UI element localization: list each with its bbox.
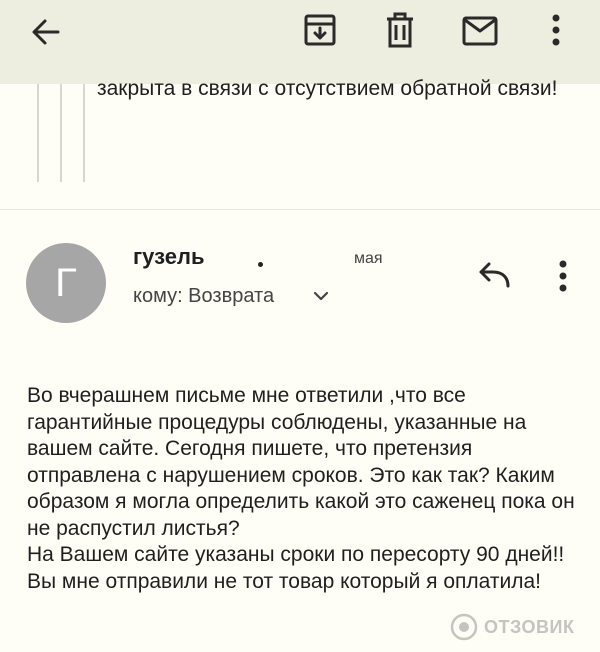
delete-icon[interactable] bbox=[382, 11, 418, 49]
avatar[interactable]: Г bbox=[26, 243, 106, 323]
recipient-line[interactable]: кому: Возврата bbox=[133, 285, 274, 308]
watermark-logo-icon bbox=[450, 613, 478, 641]
body-paragraph: Во вчерашнем письме мне ответили ,что вс… bbox=[27, 384, 575, 540]
watermark-text: ОТЗОВИК bbox=[484, 616, 575, 637]
quote-bar bbox=[60, 84, 62, 182]
chevron-down-icon[interactable] bbox=[313, 290, 329, 302]
message-divider bbox=[0, 209, 600, 210]
quote-bar bbox=[83, 84, 85, 182]
body-paragraph: На Вашем сайте указаны сроки по пересорт… bbox=[27, 543, 565, 566]
reply-icon[interactable] bbox=[476, 260, 512, 290]
quoted-text: закрыта в связи с отсутствием обратной с… bbox=[97, 77, 558, 100]
body-paragraph: Вы мне отправили не тот товар который я … bbox=[27, 569, 541, 593]
message-body: Во вчерашнем письме мне ответили ,что вс… bbox=[27, 383, 587, 595]
quote-bar bbox=[37, 84, 39, 182]
more-vert-icon[interactable] bbox=[546, 12, 566, 48]
message-more-icon[interactable] bbox=[553, 258, 573, 294]
quoted-text-block: закрыта в связи с отсутствием обратной с… bbox=[0, 77, 600, 209]
back-arrow-icon[interactable] bbox=[28, 14, 64, 50]
sender-name: гузель bbox=[133, 244, 205, 269]
top-app-bar bbox=[0, 0, 600, 84]
archive-icon[interactable] bbox=[302, 12, 338, 48]
watermark: ОТЗОВИК bbox=[450, 611, 574, 643]
message-date: мая bbox=[354, 250, 383, 267]
redaction-dot bbox=[258, 262, 263, 267]
mark-unread-icon[interactable] bbox=[461, 14, 499, 48]
